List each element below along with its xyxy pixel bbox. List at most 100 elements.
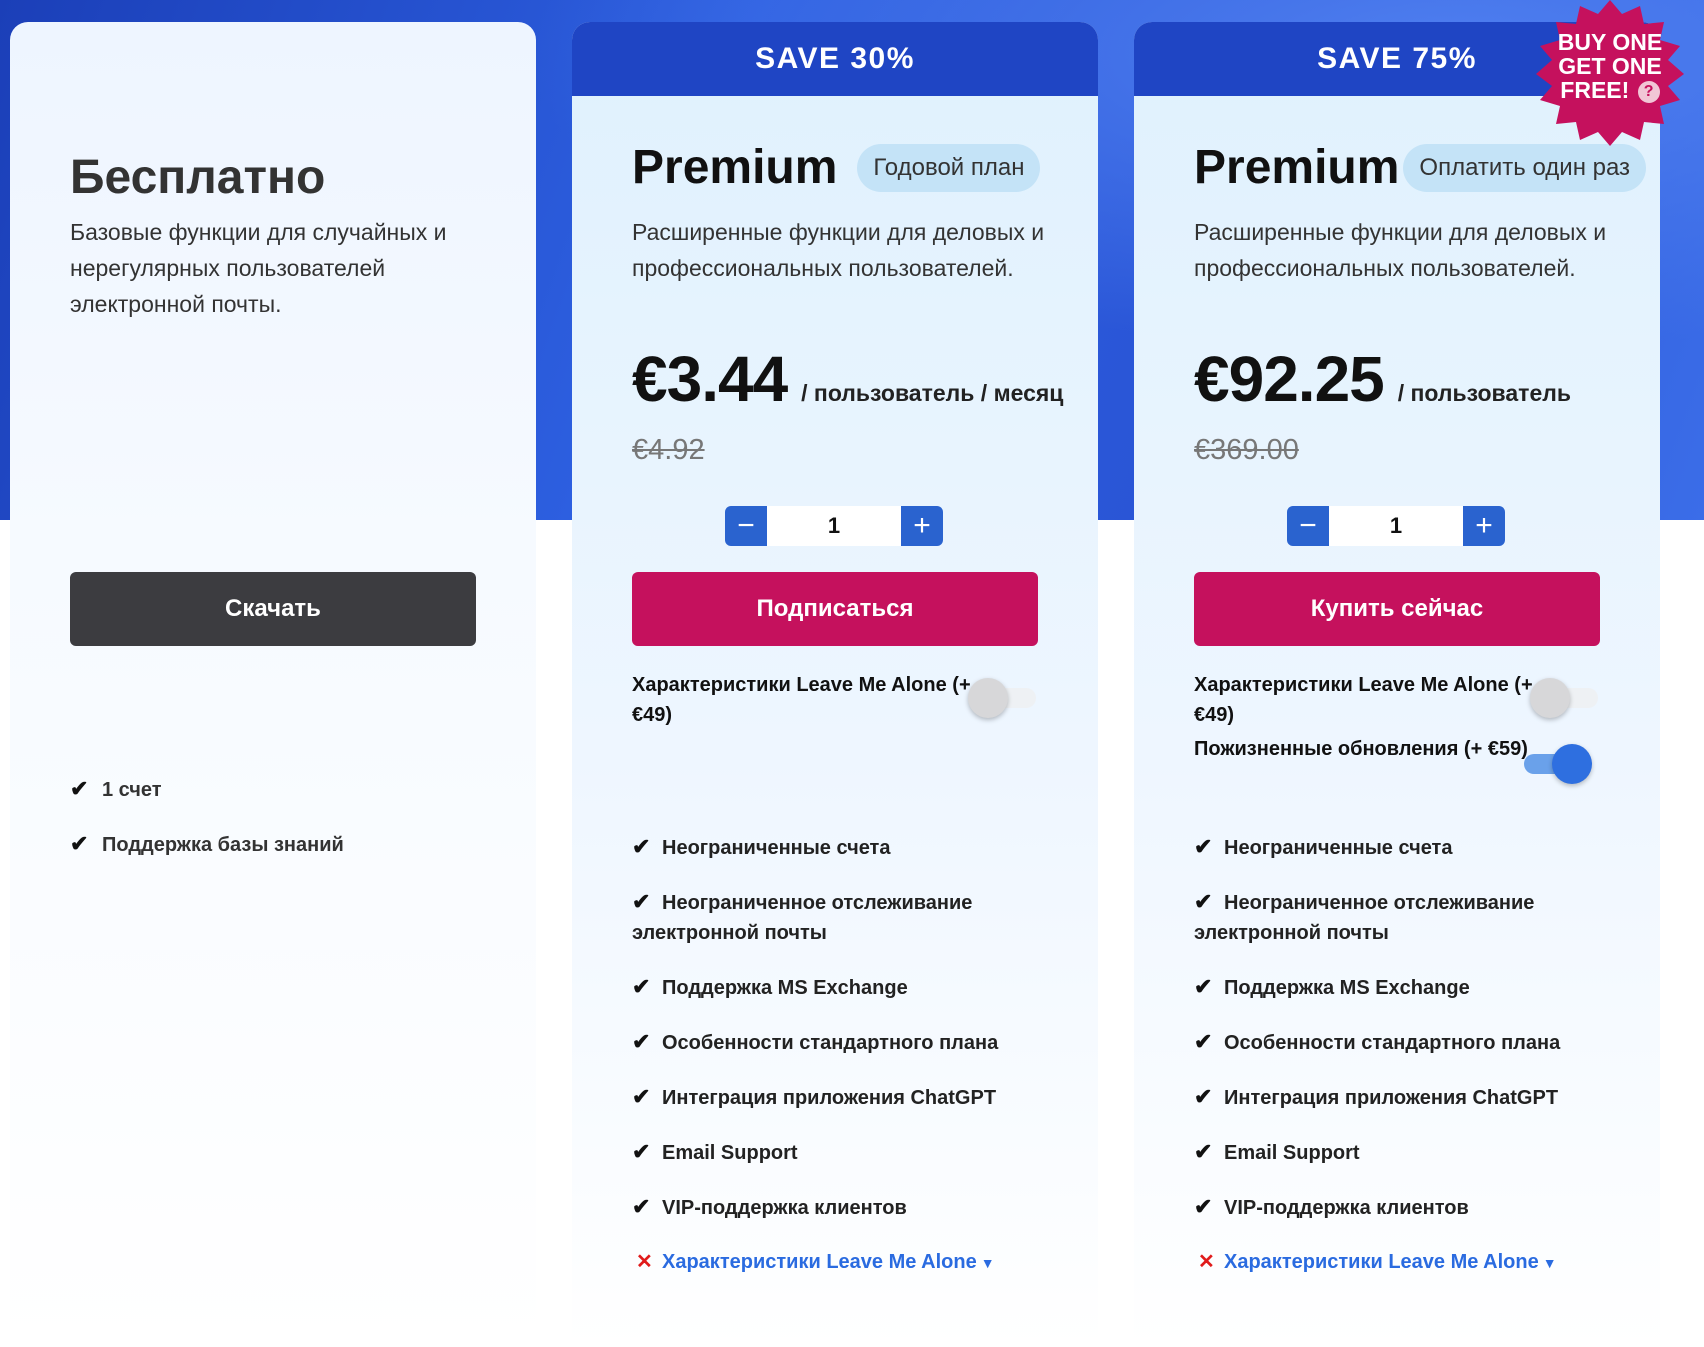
- plan-title-row: Premium Оплатить один раз: [1194, 140, 1647, 195]
- price: €92.25: [1194, 343, 1385, 415]
- feature-list: ✔ Неограниченные счета ✔ Неограниченное от…: [632, 832, 1072, 1302]
- feature-list: ✔ 1 счет ✔ Поддержка базы знаний: [70, 774, 344, 884]
- plan-card-free: Бесплатно Базовые функции для случайных …: [10, 22, 536, 1347]
- feature-label: VIP-поддержка клиентов: [662, 1197, 907, 1219]
- feature-item: ✔ Неограниченные счета: [1194, 832, 1634, 863]
- decrease-button[interactable]: −: [725, 506, 767, 546]
- increase-button[interactable]: +: [901, 506, 943, 546]
- feature-item: ✔ Поддержка MS Exchange: [632, 972, 1072, 1003]
- price: €3.44: [632, 343, 788, 415]
- plan-type-pill: Оплатить один раз: [1403, 143, 1647, 192]
- plan-description: Базовые функции для случайных и нерегуля…: [70, 219, 447, 317]
- feature-label: Email Support: [1224, 1142, 1360, 1164]
- feature-item: ✔ Неограниченные счета: [632, 832, 1072, 863]
- check-icon: ✔: [632, 889, 651, 914]
- quantity-stepper: − 1 +: [725, 506, 943, 546]
- feature-item: ✔ Особенности стандартного плана: [1194, 1027, 1634, 1058]
- toggle-knob: [1552, 744, 1592, 784]
- feature-item: ✔ Интеграция приложения ChatGPT: [632, 1082, 1072, 1113]
- addon-label: Характеристики Leave Me Alone (+€49): [632, 674, 971, 726]
- badge-line: BUY ONE: [1557, 29, 1663, 55]
- feature-label: Email Support: [662, 1142, 798, 1164]
- feature-item: ✔ Email Support: [1194, 1137, 1634, 1168]
- caret-down-icon: ▼: [1542, 1254, 1557, 1271]
- plan-title-row: Бесплатно: [70, 150, 325, 205]
- plan-title: Premium: [632, 141, 838, 194]
- feature-label: Интеграция приложения ChatGPT: [1224, 1087, 1559, 1109]
- check-icon: ✔: [70, 831, 89, 856]
- subscribe-button[interactable]: Подписаться: [632, 572, 1038, 646]
- quantity-input[interactable]: 1: [1329, 506, 1463, 546]
- download-button[interactable]: Скачать: [70, 572, 476, 646]
- plan-card-lifetime: SAVE 75% Premium Оплатить один раз Расши…: [1134, 22, 1660, 1347]
- feature-label: Интеграция приложения ChatGPT: [662, 1087, 997, 1109]
- plan-title: Бесплатно: [70, 151, 326, 204]
- decrease-button[interactable]: −: [1287, 506, 1329, 546]
- excluded-feature-label: Характеристики Leave Me Alone: [662, 1251, 977, 1273]
- quantity-input[interactable]: 1: [767, 506, 901, 546]
- badge-line-with-help: FREE! ?: [1534, 78, 1686, 103]
- feature-label: Особенности стандартного плана: [662, 1032, 999, 1054]
- check-icon: ✔: [632, 1194, 651, 1219]
- excluded-feature-link[interactable]: ✕ Характеристики Leave Me Alone ▼: [632, 1247, 1072, 1278]
- increase-button[interactable]: +: [1463, 506, 1505, 546]
- quantity-stepper: − 1 +: [1287, 506, 1505, 546]
- check-icon: ✔: [1194, 974, 1213, 999]
- plan-type-pill: Годовой план: [857, 143, 1041, 192]
- promo-badge-text: BUY ONE GET ONE FREE! ?: [1534, 30, 1686, 103]
- check-icon: ✔: [1194, 1139, 1213, 1164]
- addon-toggle[interactable]: [968, 678, 1036, 718]
- caret-down-icon: ▼: [980, 1254, 995, 1271]
- check-icon: ✔: [70, 776, 89, 801]
- feature-label: Особенности стандартного плана: [1224, 1032, 1561, 1054]
- feature-item: ✔ Поддержка MS Exchange: [1194, 972, 1634, 1003]
- old-price: €369.00: [1194, 434, 1299, 466]
- feature-item: ✔ Поддержка базы знаний: [70, 829, 344, 860]
- feature-list: ✔ Неограниченные счета ✔ Неограниченное от…: [1194, 832, 1634, 1302]
- plan-title-row: Premium Годовой план: [632, 140, 1041, 195]
- feature-label: Неограниченное отслеживание электронной …: [1194, 892, 1535, 944]
- feature-item: ✔ VIP-поддержка клиентов: [1194, 1192, 1634, 1223]
- cross-icon: ✕: [1198, 1251, 1215, 1273]
- feature-item: ✔ Особенности стандартного плана: [632, 1027, 1072, 1058]
- excluded-feature-label: Характеристики Leave Me Alone: [1224, 1251, 1539, 1273]
- addon-toggle[interactable]: [1524, 744, 1592, 784]
- feature-item: ✔ Неограниченное отслеживание электронной…: [1194, 887, 1634, 948]
- badge-line: FREE!: [1560, 77, 1630, 103]
- price-unit: / пользователь / месяц: [801, 380, 1064, 406]
- plan-card-annual: SAVE 30% Premium Годовой план Расширенны…: [572, 22, 1098, 1347]
- feature-item: ✔ Неограниченное отслеживание электронной…: [632, 887, 1072, 948]
- check-icon: ✔: [632, 974, 651, 999]
- toggle-knob: [1530, 678, 1570, 718]
- feature-label: Поддержка MS Exchange: [662, 977, 908, 999]
- addon-toggle[interactable]: [1530, 678, 1598, 718]
- badge-line: GET ONE: [1558, 53, 1662, 79]
- feature-item: ✔ 1 счет: [70, 774, 344, 805]
- check-icon: ✔: [1194, 1029, 1213, 1054]
- feature-item: ✔ Интеграция приложения ChatGPT: [1194, 1082, 1634, 1113]
- feature-label: Неограниченные счета: [1224, 837, 1453, 859]
- feature-label: Поддержка базы знаний: [102, 834, 344, 856]
- check-icon: ✔: [1194, 889, 1213, 914]
- check-icon: ✔: [632, 834, 651, 859]
- plan-description: Расширенные функции для деловых и профес…: [632, 219, 1045, 281]
- check-icon: ✔: [1194, 1084, 1213, 1109]
- save-banner: SAVE 30%: [572, 22, 1098, 96]
- feature-label: Поддержка MS Exchange: [1224, 977, 1470, 999]
- old-price: €4.92: [632, 434, 705, 466]
- excluded-feature-link[interactable]: ✕ Характеристики Leave Me Alone ▼: [1194, 1247, 1634, 1278]
- plan-description: Расширенные функции для деловых и профес…: [1194, 219, 1607, 281]
- help-icon[interactable]: ?: [1637, 80, 1660, 103]
- check-icon: ✔: [632, 1084, 651, 1109]
- plan-title: Premium: [1194, 141, 1400, 194]
- feature-item: ✔ VIP-поддержка клиентов: [632, 1192, 1072, 1223]
- feature-label: Неограниченное отслеживание электронной …: [632, 892, 973, 944]
- cross-icon: ✕: [636, 1251, 653, 1273]
- buy-now-button[interactable]: Купить сейчас: [1194, 572, 1600, 646]
- feature-item: ✔ Email Support: [632, 1137, 1072, 1168]
- toggle-knob: [968, 678, 1008, 718]
- feature-label: 1 счет: [102, 779, 162, 801]
- check-icon: ✔: [1194, 1194, 1213, 1219]
- addon-label: Пожизненные обновления (+ €59): [1194, 738, 1528, 760]
- check-icon: ✔: [632, 1029, 651, 1054]
